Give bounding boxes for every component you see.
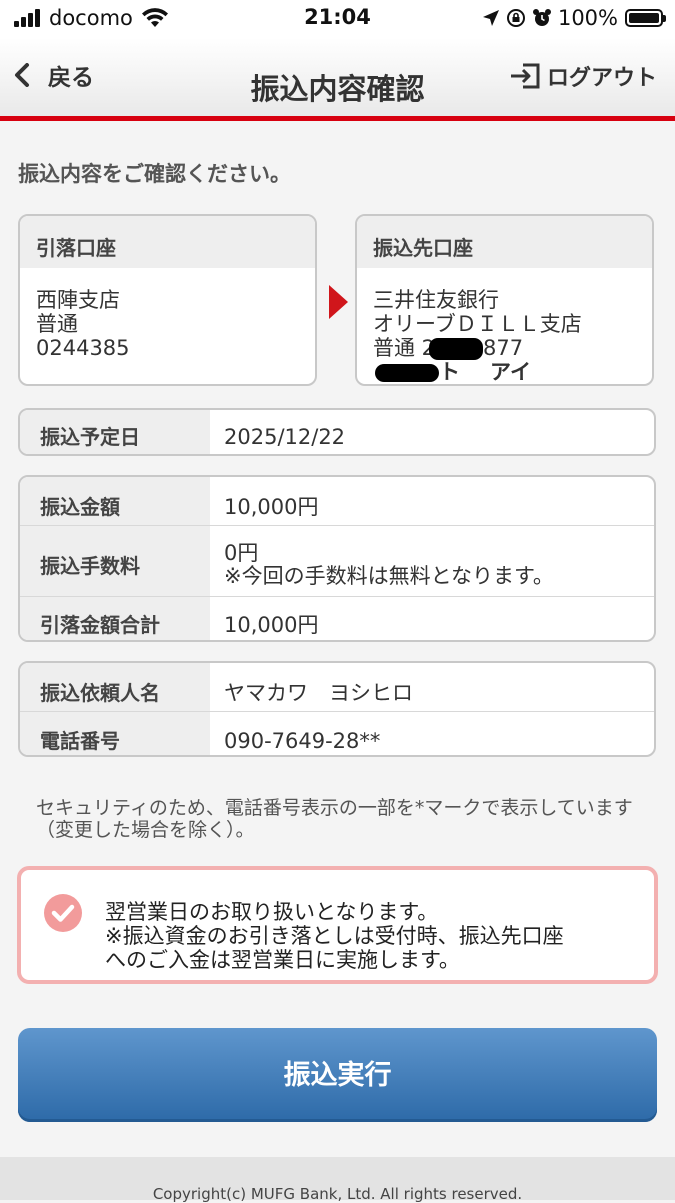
requester-name-row: 振込依頼人名 ヤマカワ ヨシヒロ [20,663,654,711]
notice-line-3: へのご入金は翌営業日に実施します。 [105,948,460,972]
withdrawal-account-type: 普通 [36,312,78,336]
destination-number-prefix: 普通 2 [373,336,436,360]
notice-line-2: ※振込資金のお引き落としは受付時、振込先口座 [105,924,564,948]
arrow-right-icon [329,285,348,319]
security-note: セキュリティのため、電話番号表示の一部を*マークで表示しています（変更した場合を… [36,797,633,841]
destination-number-suffix: 877 [483,336,524,360]
alarm-icon [532,9,551,26]
status-bar: docomo 21:04 100% [0,0,675,38]
fee-row: 振込手数料 0円 ※今回の手数料は無料となります。 [20,525,654,596]
amount-row: 振込金額 10,000円 [20,477,654,525]
destination-name-part1: ト [439,360,460,384]
status-right: 100% [482,6,666,30]
redaction-mark [375,364,439,382]
redaction-mark [429,338,484,360]
total-row: 引落金額合計 10,000円 [20,596,654,640]
intro-text: 振込内容をご確認ください。 [18,162,291,186]
transfer-date-label: 振込予定日 [20,410,210,454]
execute-transfer-button[interactable]: 振込実行 [18,1028,657,1122]
back-button[interactable]: 戻る [14,58,94,92]
logout-label: ログアウト [546,66,657,91]
withdrawal-account-heading: 引落口座 [20,216,315,268]
battery-percent: 100% [557,6,618,30]
logout-button[interactable]: ログアウト [509,60,657,92]
destination-bank: 三井住友銀行 [373,288,499,312]
phone-row: 電話番号 090-7649-28** [20,711,654,755]
fee-note: ※今回の手数料は無料となります。 [224,564,554,588]
withdrawal-account-number: 0244385 [36,336,130,360]
requester-name-label: 振込依頼人名 [20,663,210,711]
fee-value: 0円 [224,541,259,565]
requester-box: 振込依頼人名 ヤマカワ ヨシヒロ 電話番号 090-7649-28** [18,661,656,757]
header-accent-line [0,116,675,121]
chevron-left-icon [15,63,29,87]
footer: Copyright(c) MUFG Bank, Ltd. All rights … [0,1157,675,1203]
phone-value: 090-7649-28** [224,729,381,753]
destination-account-card: 振込先口座 三井住友銀行 オリーブＤＩＬＬ支店 普通 2 877 ト アイ [355,214,654,386]
amount-label: 振込金額 [20,477,210,525]
fee-label: 振込手数料 [20,526,210,596]
phone-label: 電話番号 [20,712,210,755]
fee-value-group: 0円 ※今回の手数料は無料となります。 [210,526,654,596]
notice-line-1: 翌営業日のお取り扱いとなります。 [105,900,439,924]
total-label: 引落金額合計 [20,597,210,640]
location-arrow-icon [482,10,499,26]
next-business-day-notice: 翌営業日のお取り扱いとなります。 ※振込資金のお引き落としは受付時、振込先口座 … [17,866,658,984]
rotation-lock-icon [506,9,525,27]
nav-header: 戻る 振込内容確認 ログアウト [0,38,675,116]
withdrawal-branch: 西陣支店 [36,288,120,312]
destination-account-number: 普通 2 877 [373,336,652,360]
back-label: 戻る [48,65,94,91]
destination-name-part2: アイ [490,360,531,384]
destination-account-name: ト アイ [373,360,652,384]
transfer-date-box: 振込予定日 2025/12/22 [18,408,656,456]
destination-account-heading: 振込先口座 [357,216,652,268]
destination-branch: オリーブＤＩＬＬ支店 [373,312,582,336]
copyright-text: Copyright(c) MUFG Bank, Ltd. All rights … [152,1185,523,1203]
transfer-date-value: 2025/12/22 [224,425,346,449]
amount-value: 10,000円 [224,495,319,519]
withdrawal-account-card: 引落口座 西陣支店 普通 0244385 [18,214,317,386]
total-value: 10,000円 [224,613,319,637]
check-icon [44,894,82,932]
logout-icon [510,63,540,89]
amount-box: 振込金額 10,000円 振込手数料 0円 ※今回の手数料は無料となります。 引… [18,475,656,642]
requester-name-value: ヤマカワ ヨシヒロ [224,681,413,705]
battery-icon [625,9,666,27]
